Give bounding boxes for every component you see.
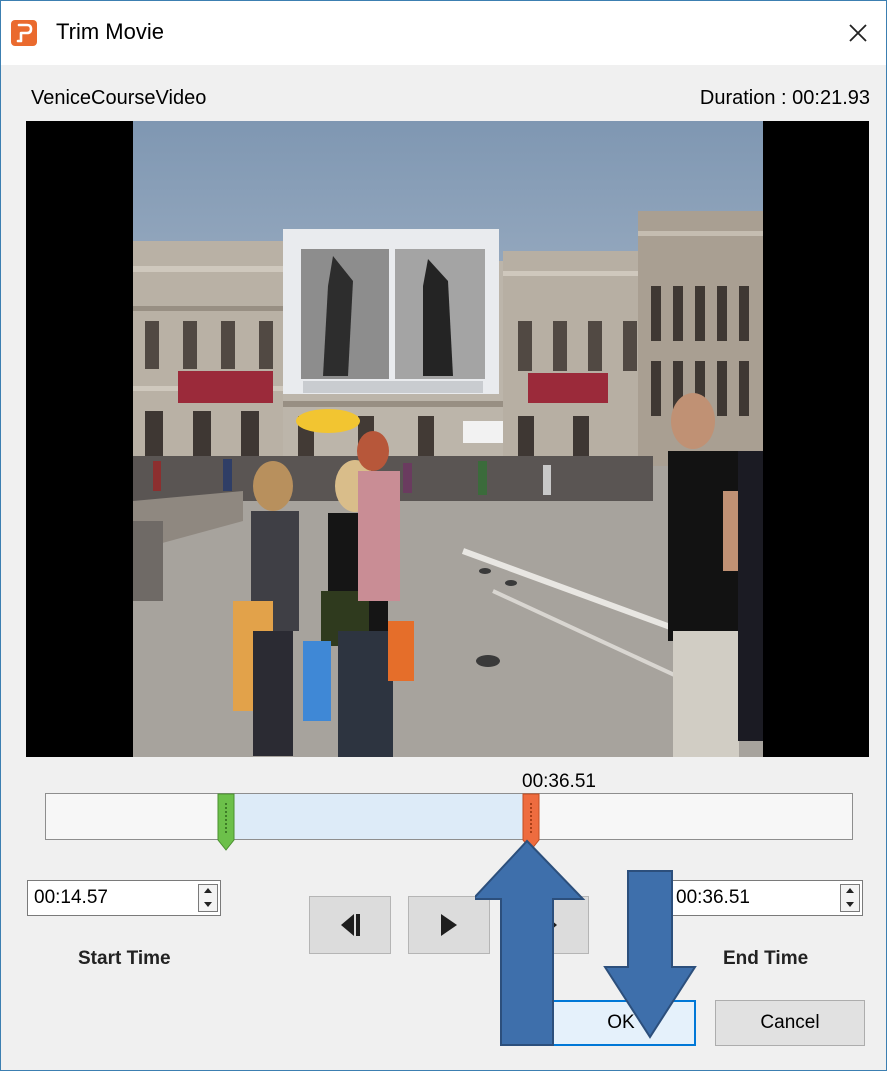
title-bar: Trim Movie <box>1 1 886 65</box>
close-icon <box>849 24 867 42</box>
ok-button[interactable]: OK <box>546 1000 696 1046</box>
start-time-input[interactable] <box>28 881 188 915</box>
spin-up-icon[interactable] <box>199 885 217 898</box>
next-frame-icon <box>538 914 557 936</box>
video-duration: Duration : 00:21.93 <box>699 87 870 109</box>
end-time-label: End Time <box>723 948 809 969</box>
cancel-button[interactable]: Cancel <box>715 1000 865 1046</box>
trim-timeline[interactable] <box>45 793 853 851</box>
start-time-label: Start Time <box>78 948 171 969</box>
start-trim-handle[interactable] <box>217 793 235 851</box>
end-trim-handle[interactable] <box>522 793 540 851</box>
video-frame-image <box>133 121 763 757</box>
end-time-input[interactable] <box>670 881 830 915</box>
video-preview[interactable] <box>26 121 869 757</box>
window-title: Trim Movie <box>56 19 164 44</box>
close-button[interactable] <box>830 1 886 65</box>
previous-frame-icon <box>341 914 360 936</box>
play-icon <box>441 914 457 936</box>
trim-selection-range <box>228 794 527 839</box>
previous-frame-button[interactable] <box>309 896 391 954</box>
playhead-time-label: 00:36.51 <box>522 771 596 792</box>
spin-up-icon[interactable] <box>841 885 859 898</box>
app-logo-icon <box>11 20 37 46</box>
end-time-field[interactable] <box>669 880 863 916</box>
start-time-spinner <box>198 884 218 912</box>
spin-down-icon[interactable] <box>841 898 859 911</box>
spin-down-icon[interactable] <box>199 898 217 911</box>
trim-movie-dialog: Trim Movie VeniceCourseVideo Duration : … <box>0 0 887 1071</box>
play-button[interactable] <box>408 896 490 954</box>
start-time-field[interactable] <box>27 880 221 916</box>
end-time-spinner <box>840 884 860 912</box>
video-name: VeniceCourseVideo <box>31 87 207 109</box>
next-frame-button[interactable] <box>507 896 589 954</box>
